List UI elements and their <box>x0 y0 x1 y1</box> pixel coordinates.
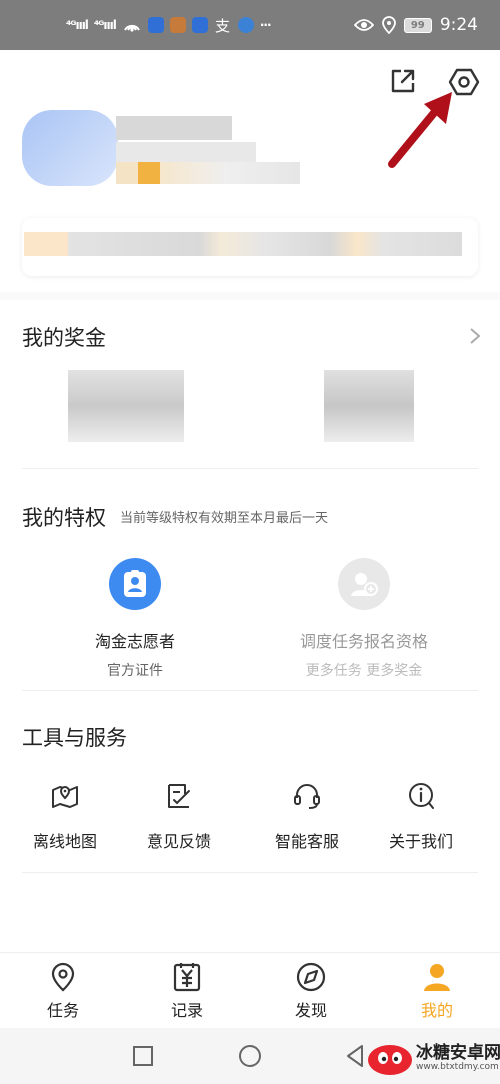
signal-icon: ⁴ᴳıııl <box>66 18 89 32</box>
privilege-volunteer[interactable]: 淘金志愿者 官方证件 <box>60 558 210 680</box>
chevron-right-icon[interactable] <box>468 326 482 346</box>
nav-mine[interactable]: 我的 <box>382 961 492 1021</box>
tool-feedback[interactable]: 意见反馈 <box>124 780 234 852</box>
signal-icon: ⁴ᴳıııl <box>93 18 117 32</box>
clock: 9:24 <box>439 15 478 35</box>
person-icon <box>424 964 450 991</box>
map-pin-icon <box>52 785 78 808</box>
divider <box>22 690 478 691</box>
back-icon[interactable] <box>344 1044 366 1068</box>
location-status-icon <box>381 16 396 34</box>
watermark-text: 冰糖安卓网 <box>416 1043 500 1063</box>
svg-text:支: 支 <box>215 17 230 34</box>
privilege-dispatch[interactable]: 调度任务报名资格 更多任务 更多奖金 <box>284 558 444 680</box>
browser-notification-icon <box>237 17 254 33</box>
eye-icon <box>353 19 374 31</box>
privilege-title: 淘金志愿者 <box>94 632 175 651</box>
more-notifications-icon: ··· <box>259 18 272 32</box>
rewards-title: 我的奖金 <box>22 326 106 350</box>
nav-tasks[interactable]: 任务 <box>8 961 118 1021</box>
nav-label: 发现 <box>294 1001 327 1020</box>
battery-icon: 99 <box>403 17 432 33</box>
watermark: 冰糖安卓网 www.btxtdmy.com <box>366 1036 500 1080</box>
tools-title: 工具与服务 <box>22 726 127 750</box>
home-icon[interactable] <box>238 1044 262 1068</box>
nav-discover[interactable]: 发现 <box>256 961 366 1021</box>
nav-label: 记录 <box>170 1001 203 1020</box>
member-card[interactable] <box>22 218 478 276</box>
tool-label: 离线地图 <box>32 832 97 851</box>
divider <box>22 468 478 469</box>
member-info-blurred <box>24 232 462 256</box>
divider <box>22 872 478 873</box>
rewards-value-blurred[interactable] <box>68 370 184 442</box>
compass-icon <box>296 962 326 992</box>
tool-customer-service[interactable]: 智能客服 <box>252 780 362 852</box>
status-icons-right: 99 9:24 <box>353 13 478 37</box>
tool-label: 意见反馈 <box>146 832 211 851</box>
username-blurred <box>116 116 232 140</box>
bottom-nav: 任务 记录 发现 我的 <box>0 952 500 1028</box>
tool-label: 智能客服 <box>274 832 339 851</box>
privileges-title: 我的特权 <box>22 506 106 530</box>
annotation-arrow <box>388 92 452 168</box>
ledger-icon <box>173 963 201 992</box>
info-icon <box>409 783 434 809</box>
nav-label: 任务 <box>46 1001 79 1020</box>
add-user-icon <box>338 558 390 610</box>
app-notification-icon <box>191 17 208 33</box>
game-notification-icon <box>169 17 186 33</box>
profile-blurred[interactable] <box>22 110 312 190</box>
status-bar: ⁴ᴳıııl ⁴ᴳıııl 支 ··· 99 9:24 <box>0 0 500 50</box>
headset-icon <box>294 784 320 809</box>
tool-offline-map[interactable]: 离线地图 <box>10 780 120 852</box>
nav-records[interactable]: 记录 <box>132 961 242 1021</box>
privilege-subtitle: 更多任务 更多奖金 <box>305 663 423 679</box>
privilege-title: 调度任务报名资格 <box>299 632 428 651</box>
nav-label: 我的 <box>420 1001 453 1020</box>
status-icons-left: ⁴ᴳıııl ⁴ᴳıııl 支 ··· <box>66 14 272 36</box>
tool-about[interactable]: 关于我们 <box>366 780 476 852</box>
privileges-subtitle: 当前等级特权有效期至本月最后一天 <box>120 511 329 526</box>
feedback-icon <box>168 784 190 808</box>
location-icon <box>51 962 75 992</box>
info-blurred <box>116 142 256 162</box>
privilege-subtitle: 官方证件 <box>107 663 163 679</box>
hotspot-icon <box>123 24 140 32</box>
id-card-icon <box>109 558 161 610</box>
watermark-logo <box>368 1045 412 1075</box>
section-gap <box>0 292 500 300</box>
alipay-icon: 支 <box>215 17 230 34</box>
tool-label: 关于我们 <box>388 832 453 851</box>
recent-apps-icon[interactable] <box>132 1045 154 1067</box>
avatar <box>22 110 118 186</box>
watermark-url: www.btxtdmy.com <box>416 1062 499 1072</box>
app-notification-icon <box>147 17 164 33</box>
rewards-value-blurred[interactable] <box>324 370 414 442</box>
level-badge-blurred <box>116 162 300 184</box>
system-nav-bar: 冰糖安卓网 www.btxtdmy.com <box>0 1028 500 1084</box>
